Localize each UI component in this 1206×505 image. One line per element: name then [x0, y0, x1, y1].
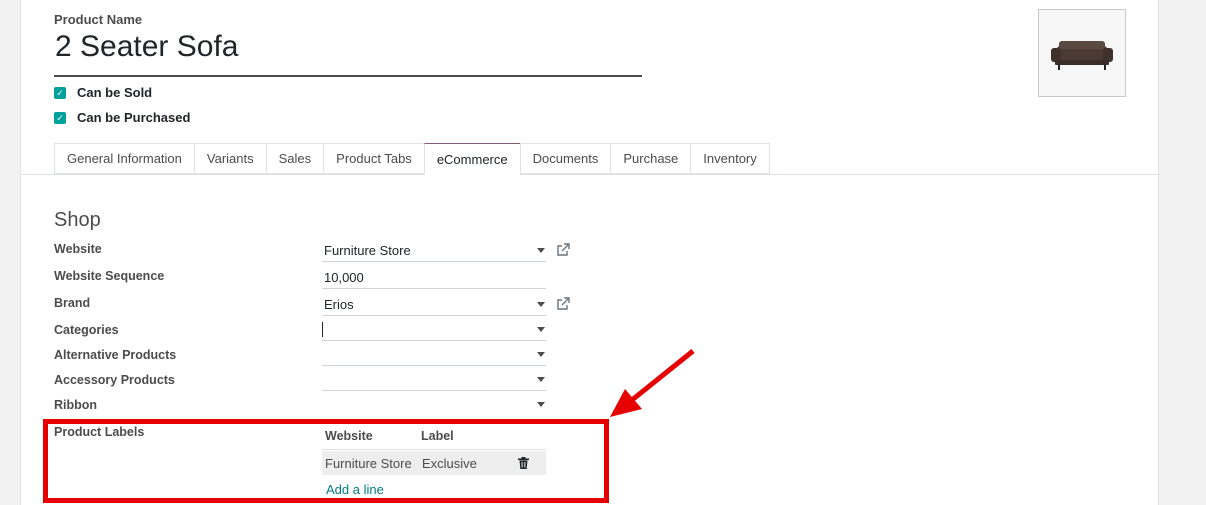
website-value: Furniture Store: [324, 243, 411, 258]
chevron-down-icon[interactable]: [537, 302, 545, 307]
sofa-image-icon: [1051, 41, 1113, 70]
shop-section-title: Shop: [54, 209, 101, 231]
accessory-products-label: Accessory Products: [54, 373, 175, 387]
brand-label: Brand: [54, 296, 91, 310]
can-be-purchased-label: Can be Purchased: [77, 110, 191, 125]
annotation-highlight-box: [43, 419, 609, 503]
external-link-icon[interactable]: [556, 243, 570, 257]
brand-value: Erios: [324, 297, 354, 312]
text-cursor: [322, 322, 323, 337]
website-sequence-input[interactable]: 10,000: [322, 267, 546, 289]
product-name-underline: [54, 75, 642, 77]
tab-ecommerce[interactable]: eCommerce: [423, 143, 520, 175]
product-image[interactable]: [1038, 9, 1126, 97]
categories-select[interactable]: [322, 319, 546, 341]
tab-sales[interactable]: Sales: [265, 143, 324, 174]
product-name-label: Product Name: [54, 12, 143, 27]
chevron-down-icon[interactable]: [537, 402, 545, 407]
annotation-arrow-icon: [610, 349, 695, 417]
external-link-icon[interactable]: [556, 297, 570, 311]
product-name-input[interactable]: 2 Seater Sofa: [55, 30, 238, 64]
ribbon-select[interactable]: [322, 394, 546, 416]
chevron-down-icon[interactable]: [537, 327, 545, 332]
website-sequence-value: 10,000: [324, 270, 364, 285]
alternative-products-label: Alternative Products: [54, 348, 177, 362]
website-sequence-label: Website Sequence: [54, 269, 165, 283]
tab-purchase[interactable]: Purchase: [610, 143, 691, 174]
website-select[interactable]: Furniture Store: [322, 240, 546, 262]
notebook-tabs: General Information Variants Sales Produ…: [54, 143, 770, 175]
brand-select[interactable]: Erios: [322, 294, 546, 316]
tab-product-tabs[interactable]: Product Tabs: [323, 143, 424, 174]
chevron-down-icon[interactable]: [537, 377, 545, 382]
tab-inventory[interactable]: Inventory: [690, 143, 770, 174]
can-be-sold-checkbox[interactable]: ✓: [54, 87, 66, 99]
tab-documents[interactable]: Documents: [519, 143, 611, 174]
ribbon-label: Ribbon: [54, 398, 98, 412]
can-be-sold-label: Can be Sold: [77, 85, 153, 100]
accessory-products-select[interactable]: [322, 369, 546, 391]
website-label: Website: [54, 242, 102, 256]
chevron-down-icon[interactable]: [537, 248, 545, 253]
chevron-down-icon[interactable]: [537, 352, 545, 357]
can-be-purchased-checkbox[interactable]: ✓: [54, 112, 66, 124]
tab-general-information[interactable]: General Information: [54, 143, 194, 174]
alternative-products-select[interactable]: [322, 344, 546, 366]
tabs-divider: [21, 174, 1160, 175]
categories-label: Categories: [54, 323, 119, 337]
tab-variants[interactable]: Variants: [193, 143, 266, 174]
